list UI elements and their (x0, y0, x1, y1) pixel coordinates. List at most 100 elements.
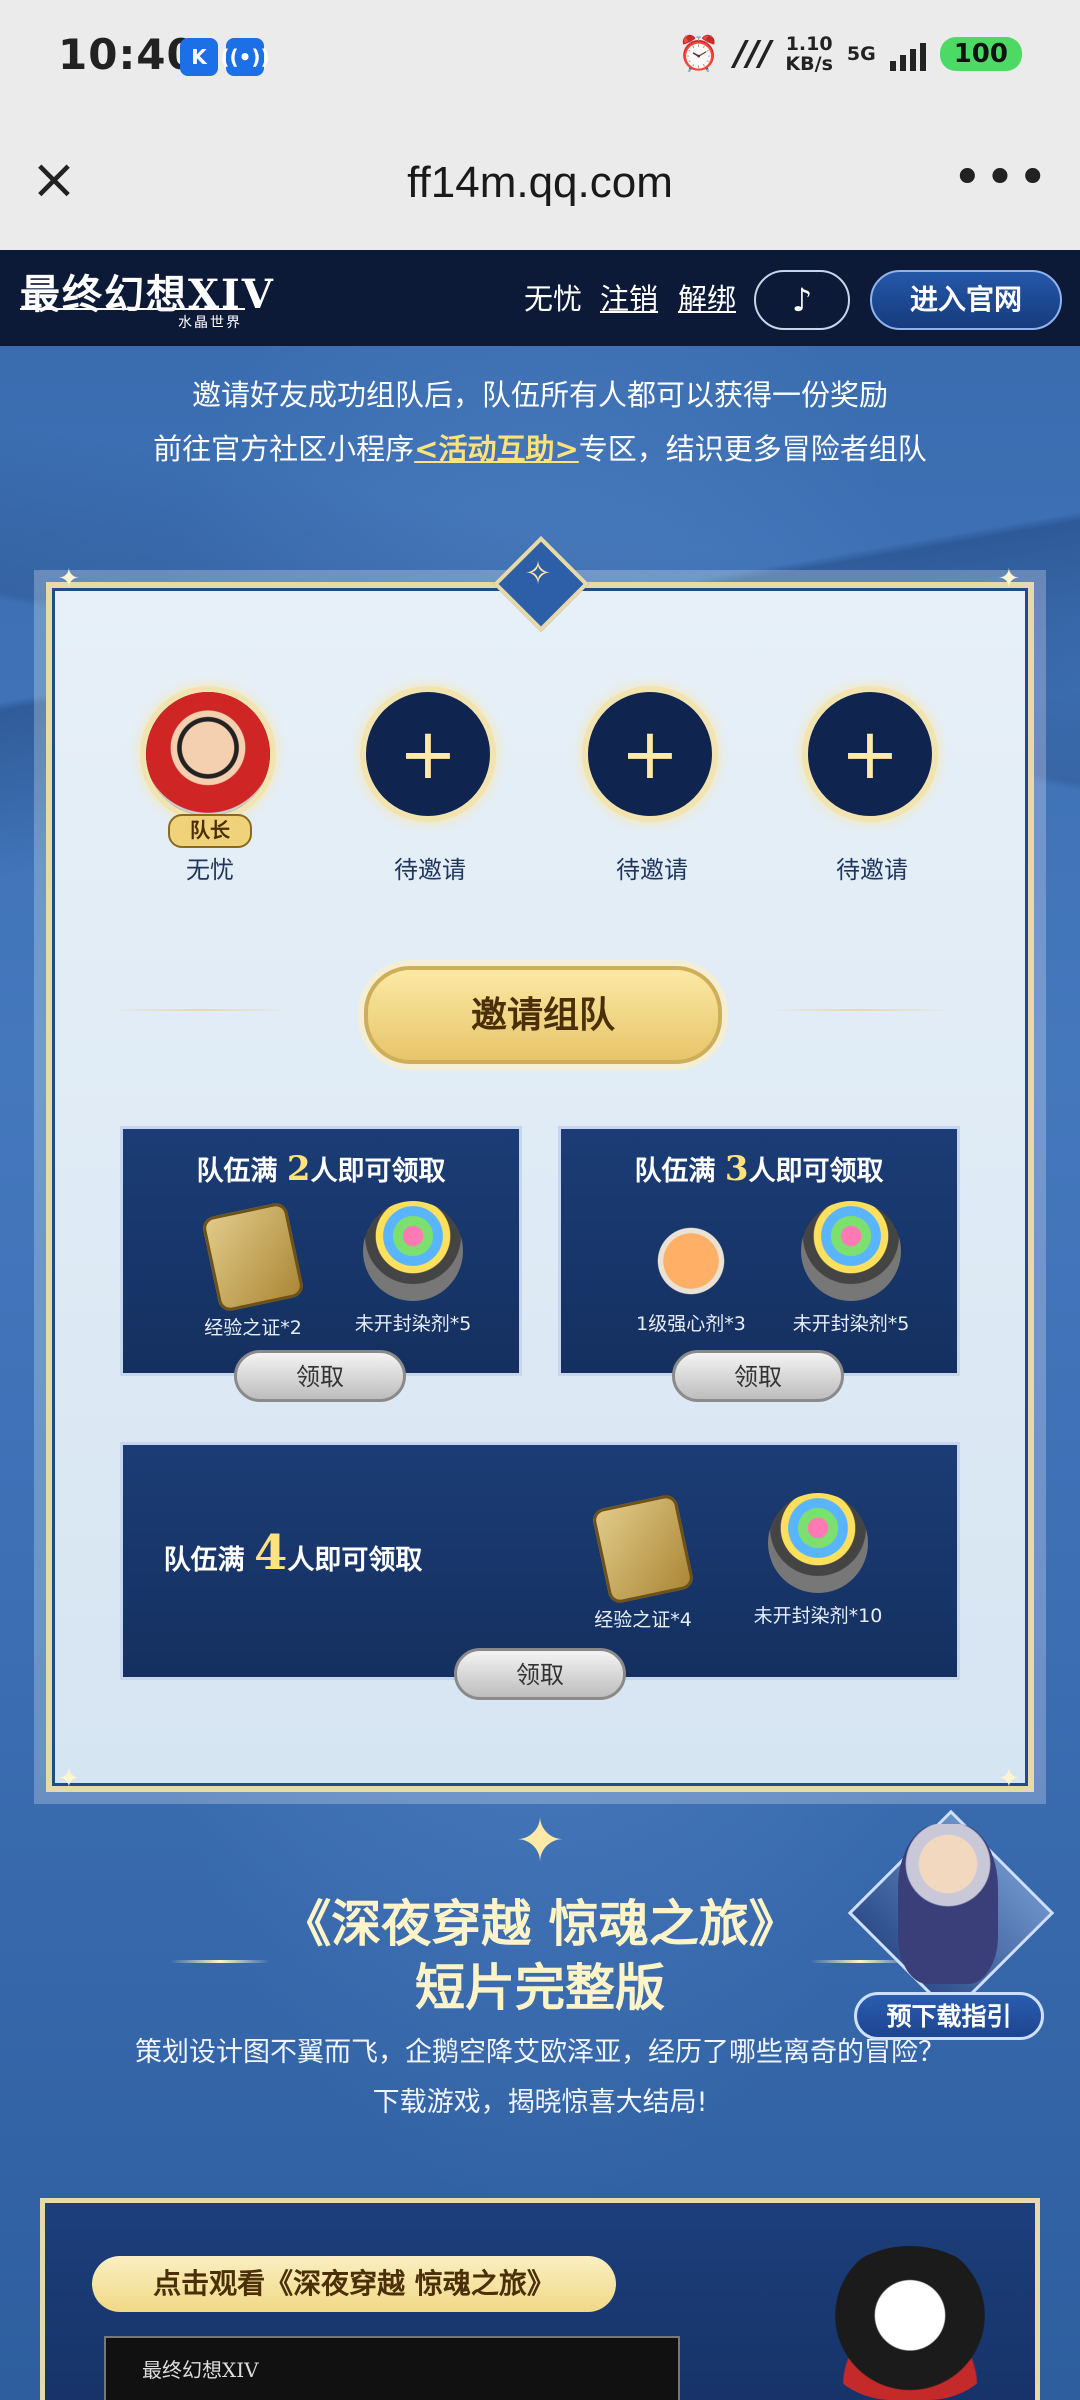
logo-divider (20, 308, 245, 310)
potion-bottle-icon (641, 1201, 741, 1301)
dye-bucket-icon (801, 1201, 901, 1301)
vibrate-icon: /// (734, 34, 772, 74)
corner-star-icon: ✦ (58, 564, 80, 594)
music-note-icon: ♪ (791, 281, 813, 319)
item-label: 未开封染剂*5 (792, 1313, 910, 1335)
intro-suffix: 专区，结识更多冒险者组队 (578, 432, 927, 466)
signal-icon (889, 37, 926, 71)
member-name: 待邀请 (836, 856, 908, 884)
more-options-icon[interactable]: ••• (952, 148, 1050, 208)
reward-count: 4 (254, 1525, 288, 1581)
member-name: 待邀请 (616, 856, 688, 884)
team-member-slot[interactable]: + 待邀请 (582, 686, 722, 885)
hotspot-icon: ((•)) (220, 38, 270, 76)
member-name: 无忧 (186, 856, 234, 884)
thumbnail-logo: 最终幻想XIV (142, 2358, 259, 2382)
reward-item: 1级强心剂*3 (631, 1201, 751, 1336)
logout-link[interactable]: 注销 (600, 276, 658, 318)
claim-button-3[interactable]: 领取 (672, 1350, 844, 1402)
sparkle-cross-icon: + (398, 713, 458, 795)
sparkle-cross-icon: + (620, 713, 680, 795)
dye-bucket-icon (363, 1201, 463, 1301)
reward-title-prefix: 队伍满 (634, 1156, 716, 1187)
corner-star-icon: ✦ (998, 564, 1020, 594)
penguin-illustration (820, 2246, 1000, 2400)
battery-indicator: 100 (939, 37, 1022, 71)
item-label: 未开封染剂*5 (354, 1313, 472, 1335)
predownload-guide-button[interactable]: 预下载指引 (854, 1992, 1044, 2040)
team-member-leader: 队长 无忧 (140, 686, 280, 885)
network-type: 5G (846, 43, 876, 65)
claim-button-2[interactable]: 领取 (234, 1350, 406, 1402)
intro-prefix: 前往官方社区小程序 (153, 432, 415, 466)
unbind-link[interactable]: 解绑 (678, 276, 736, 318)
intro-line-1: 邀请好友成功组队后，队伍所有人都可以获得一份奖励 (191, 378, 888, 412)
network-speed: 1.10 KB/s (785, 34, 832, 74)
reward-item: 经验之证*4 (573, 1493, 713, 1632)
reward-card-3: 队伍满 3人即可领取 1级强心剂*3 未开封染剂*5 (558, 1126, 960, 1376)
status-bar: 10:40 K ((•)) ⏰ /// 1.10 KB/s 5G 100 (0, 0, 1080, 118)
character-illustration (898, 1824, 998, 1984)
item-label: 经验之证*2 (204, 1317, 302, 1339)
video-description: 策划设计图不翼而飞，企鹅空降艾欧泽亚，经历了哪些离奇的冒险？ 下载游戏，揭晓惊喜… (0, 2028, 1080, 2128)
corner-star-icon: ✦ (58, 1764, 80, 1794)
team-member-slot[interactable]: + 待邀请 (360, 686, 500, 885)
status-right: ⏰ /// 1.10 KB/s 5G 100 (678, 34, 1022, 74)
avatar-image (146, 692, 270, 816)
intro-line-2: 前往官方社区小程序<活动互助>专区，结识更多冒险者组队 (0, 422, 1080, 476)
reward-item: 经验之证*2 (193, 1201, 313, 1340)
item-label: 1级强心剂*3 (636, 1313, 746, 1335)
item-label: 未开封染剂*10 (753, 1605, 883, 1627)
reward-title: 队伍满 3人即可领取 (561, 1149, 957, 1189)
app-notification-icon: K (180, 38, 218, 76)
url-text[interactable]: ff14m.qq.com (0, 158, 1080, 208)
invite-team-button[interactable]: 邀请组队 (364, 966, 722, 1064)
reward-count: 2 (286, 1149, 311, 1189)
decorative-line (110, 1009, 290, 1011)
music-toggle-button[interactable]: ♪ (754, 270, 850, 330)
reward-item: 未开封染剂*10 (733, 1493, 903, 1628)
reward-item: 未开封染剂*5 (771, 1201, 931, 1336)
sunburst-ornament-icon: ✦ (514, 1806, 566, 1876)
official-site-button[interactable]: 进入官网 (870, 270, 1062, 330)
speed-unit: KB/s (785, 53, 833, 75)
speed-value: 1.10 (785, 33, 833, 55)
decorative-line (770, 1009, 950, 1011)
reward-title: 队伍满 4人即可领取 (123, 1525, 463, 1581)
claim-button-4[interactable]: 领取 (454, 1648, 626, 1700)
reward-title-suffix: 人即可领取 (287, 1545, 423, 1576)
empty-slot[interactable]: + (360, 686, 496, 822)
logo-subtitle: 水晶世界 (178, 315, 242, 331)
reward-count: 3 (724, 1149, 749, 1189)
avatar (140, 686, 276, 822)
main-content: 邀请好友成功组队后，队伍所有人都可以获得一份奖励 前往官方社区小程序<活动互助>… (0, 346, 1080, 2400)
reward-title-suffix: 人即可领取 (310, 1156, 446, 1187)
empty-slot[interactable]: + (802, 686, 938, 822)
alarm-icon: ⏰ (677, 34, 721, 74)
intro-text: 邀请好友成功组队后，队伍所有人都可以获得一份奖励 前往官方社区小程序<活动互助>… (0, 368, 1080, 476)
activity-help-link[interactable]: <活动互助> (414, 432, 579, 466)
browser-address-bar: × ff14m.qq.com ••• (0, 118, 1080, 250)
reward-item: 未开封染剂*5 (333, 1201, 493, 1336)
video-thumbnail[interactable]: 最终幻想XIV (104, 2336, 680, 2400)
captain-badge: 队长 (168, 814, 252, 848)
sparkle-cross-icon: + (840, 713, 900, 795)
corner-star-icon: ✦ (998, 1764, 1020, 1794)
reward-card-2: 队伍满 2人即可领取 经验之证*2 未开封染剂*5 (120, 1126, 522, 1376)
team-member-slot[interactable]: + 待邀请 (802, 686, 942, 885)
exp-book-icon (590, 1493, 696, 1605)
empty-slot[interactable]: + (582, 686, 718, 822)
status-time: 10:40 (58, 30, 197, 79)
reward-card-4: 队伍满 4人即可领取 经验之证*4 未开封染剂*10 (120, 1442, 960, 1680)
site-header: 最终幻想XIV 水晶世界 无忧 注销 解绑 ♪ 进入官网 (0, 250, 1080, 346)
exp-book-icon (200, 1201, 306, 1313)
reward-title-prefix: 队伍满 (163, 1545, 245, 1576)
desc-line-2: 下载游戏，揭晓惊喜大结局! (372, 2087, 708, 2118)
reward-title: 队伍满 2人即可领取 (123, 1149, 519, 1189)
watch-video-button[interactable]: 点击观看《深夜穿越 惊魂之旅》 (92, 2256, 616, 2312)
item-label: 经验之证*4 (594, 1609, 692, 1631)
dye-bucket-icon (768, 1493, 868, 1593)
reward-title-suffix: 人即可领取 (748, 1156, 884, 1187)
crystal-emblem-icon: ✧ (524, 554, 552, 592)
username: 无忧 (524, 282, 583, 316)
